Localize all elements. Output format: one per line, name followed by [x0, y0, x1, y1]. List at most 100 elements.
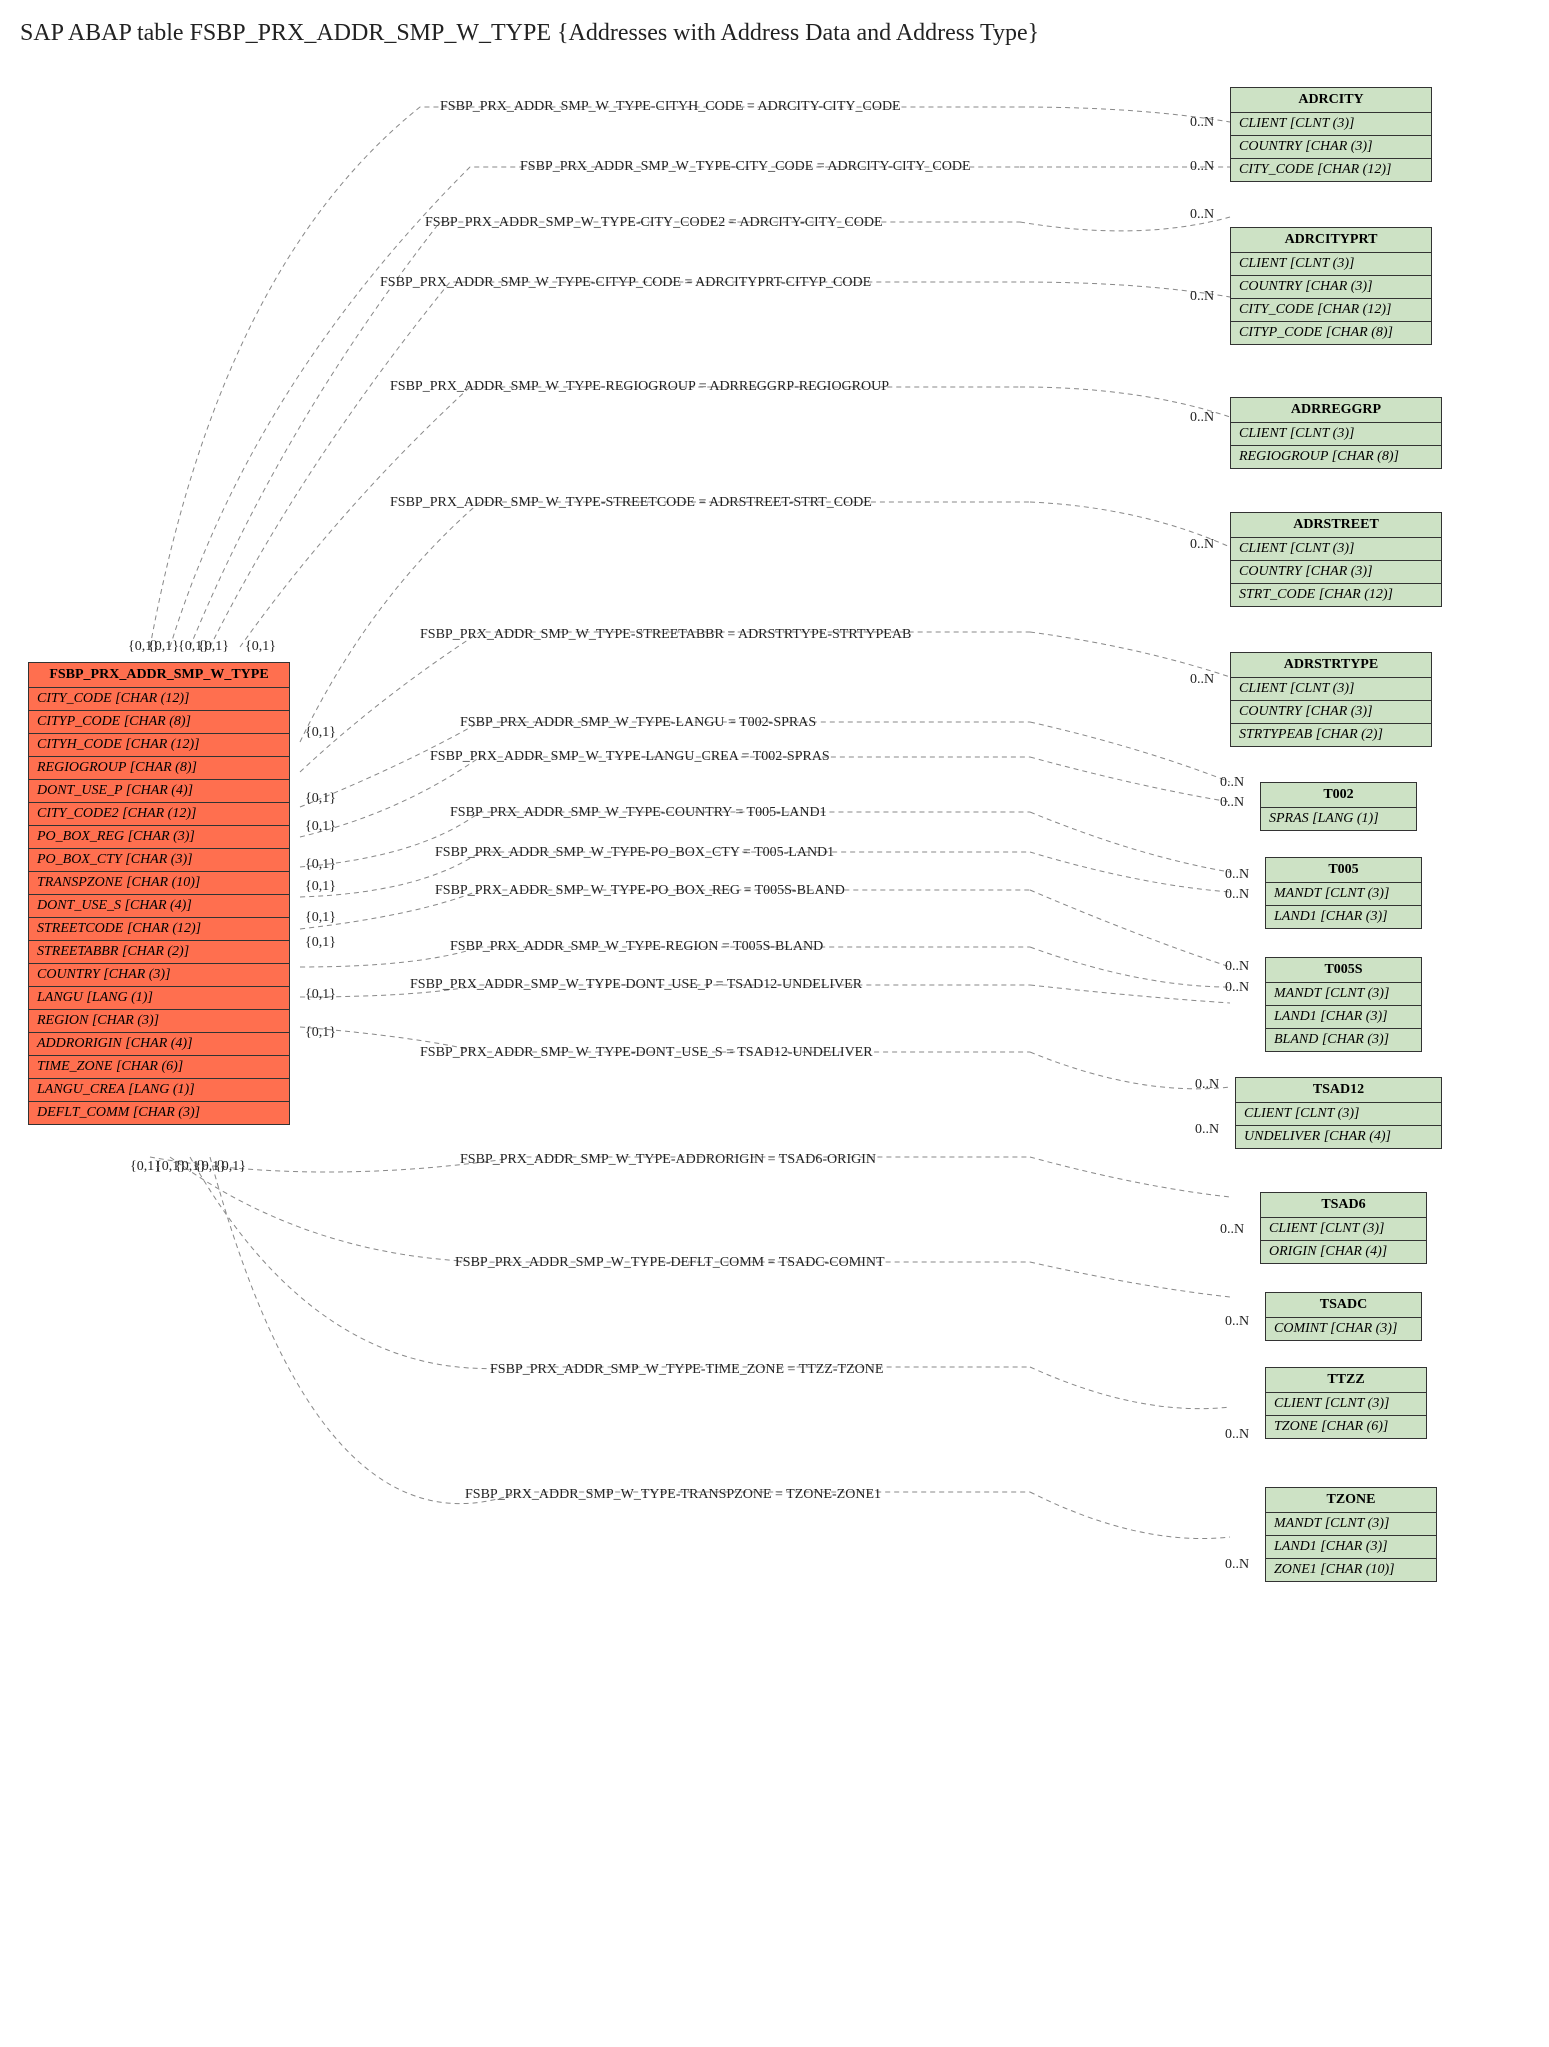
ref-entity-field: STRT_CODE [CHAR (12)]: [1231, 584, 1441, 606]
main-entity-field: LANGU [LANG (1)]: [29, 987, 289, 1010]
ref-entity-adrstrtype: ADRSTRTYPE CLIENT [CLNT (3)] COUNTRY [CH…: [1230, 652, 1432, 747]
cardinality-n-label: 0..N: [1220, 775, 1244, 791]
ref-entity-field: COMINT [CHAR (3)]: [1266, 1318, 1421, 1340]
er-diagram: FSBP_PRX_ADDR_SMP_W_TYPE CITY_CODE [CHAR…: [20, 67, 1529, 2027]
main-entity: FSBP_PRX_ADDR_SMP_W_TYPE CITY_CODE [CHAR…: [28, 662, 290, 1125]
relation-label: FSBP_PRX_ADDR_SMP_W_TYPE-PO_BOX_CTY = T0…: [435, 845, 834, 861]
ref-entity-field: CITYP_CODE [CHAR (8)]: [1231, 322, 1431, 344]
ref-entity-header: TZONE: [1266, 1488, 1436, 1513]
cardinality-label: {0,1}: [198, 639, 229, 655]
relation-label: FSBP_PRX_ADDR_SMP_W_TYPE-CITYH_CODE = AD…: [440, 99, 901, 115]
relation-label: FSBP_PRX_ADDR_SMP_W_TYPE-PO_BOX_REG = T0…: [435, 883, 845, 899]
cardinality-label: {0,1}: [305, 725, 336, 741]
ref-entity-field: MANDT [CLNT (3)]: [1266, 1513, 1436, 1536]
main-entity-field: LANGU_CREA [LANG (1)]: [29, 1079, 289, 1102]
relation-label: FSBP_PRX_ADDR_SMP_W_TYPE-CITY_CODE2 = AD…: [425, 215, 883, 231]
ref-entity-ttzz: TTZZ CLIENT [CLNT (3)] TZONE [CHAR (6)]: [1265, 1367, 1427, 1439]
ref-entity-field: COUNTRY [CHAR (3)]: [1231, 136, 1431, 159]
cardinality-n-label: 0..N: [1190, 410, 1214, 426]
ref-entity-t005s: T005S MANDT [CLNT (3)] LAND1 [CHAR (3)] …: [1265, 957, 1422, 1052]
ref-entity-field: STRTYPEAB [CHAR (2)]: [1231, 724, 1431, 746]
ref-entity-field: CLIENT [CLNT (3)]: [1231, 538, 1441, 561]
cardinality-label: {0,1}: [148, 639, 179, 655]
relation-label: FSBP_PRX_ADDR_SMP_W_TYPE-DONT_USE_P = TS…: [410, 977, 862, 993]
main-entity-field: COUNTRY [CHAR (3)]: [29, 964, 289, 987]
cardinality-n-label: 0..N: [1225, 867, 1249, 883]
cardinality-n-label: 0..N: [1225, 1427, 1249, 1443]
cardinality-label: {0,1}: [305, 910, 336, 926]
main-entity-field: REGIOGROUP [CHAR (8)]: [29, 757, 289, 780]
ref-entity-adrreggrp: ADRREGGRP CLIENT [CLNT (3)] REGIOGROUP […: [1230, 397, 1442, 469]
ref-entity-field: CLIENT [CLNT (3)]: [1236, 1103, 1441, 1126]
main-entity-field: PO_BOX_CTY [CHAR (3)]: [29, 849, 289, 872]
ref-entity-header: T005S: [1266, 958, 1421, 983]
ref-entity-field: BLAND [CHAR (3)]: [1266, 1029, 1421, 1051]
cardinality-label: {0,1}: [305, 857, 336, 873]
relation-label: FSBP_PRX_ADDR_SMP_W_TYPE-LANGU_CREA = T0…: [430, 749, 830, 765]
ref-entity-field: CLIENT [CLNT (3)]: [1261, 1218, 1426, 1241]
cardinality-label: {0,1}: [305, 819, 336, 835]
main-entity-field: PO_BOX_REG [CHAR (3)]: [29, 826, 289, 849]
ref-entity-field: REGIOGROUP [CHAR (8)]: [1231, 446, 1441, 468]
cardinality-n-label: 0..N: [1195, 1077, 1219, 1093]
ref-entity-field: COUNTRY [CHAR (3)]: [1231, 561, 1441, 584]
ref-entity-field: UNDELIVER [CHAR (4)]: [1236, 1126, 1441, 1148]
cardinality-n-label: 0..N: [1190, 115, 1214, 131]
ref-entity-field: CLIENT [CLNT (3)]: [1231, 678, 1431, 701]
ref-entity-field: SPRAS [LANG (1)]: [1261, 808, 1416, 830]
ref-entity-field: COUNTRY [CHAR (3)]: [1231, 276, 1431, 299]
main-entity-field: DEFLT_COMM [CHAR (3)]: [29, 1102, 289, 1124]
ref-entity-field: CLIENT [CLNT (3)]: [1266, 1393, 1426, 1416]
ref-entity-header: TTZZ: [1266, 1368, 1426, 1393]
relation-label: FSBP_PRX_ADDR_SMP_W_TYPE-COUNTRY = T005-…: [450, 805, 827, 821]
cardinality-n-label: 0..N: [1225, 887, 1249, 903]
cardinality-n-label: 0..N: [1190, 672, 1214, 688]
ref-entity-tsadc: TSADC COMINT [CHAR (3)]: [1265, 1292, 1422, 1341]
ref-entity-t002: T002 SPRAS [LANG (1)]: [1260, 782, 1417, 831]
cardinality-n-label: 0..N: [1220, 795, 1244, 811]
ref-entity-header: T005: [1266, 858, 1421, 883]
main-entity-field: CITYP_CODE [CHAR (8)]: [29, 711, 289, 734]
ref-entity-header: T002: [1261, 783, 1416, 808]
relation-label: FSBP_PRX_ADDR_SMP_W_TYPE-TRANSPZONE = TZ…: [465, 1487, 881, 1503]
relation-label: FSBP_PRX_ADDR_SMP_W_TYPE-CITYP_CODE = AD…: [380, 275, 871, 291]
main-entity-field: DONT_USE_S [CHAR (4)]: [29, 895, 289, 918]
relation-label: FSBP_PRX_ADDR_SMP_W_TYPE-DONT_USE_S = TS…: [420, 1045, 873, 1061]
relation-label: FSBP_PRX_ADDR_SMP_W_TYPE-STREETCODE = AD…: [390, 495, 872, 511]
ref-entity-field: CLIENT [CLNT (3)]: [1231, 253, 1431, 276]
cardinality-n-label: 0..N: [1225, 959, 1249, 975]
main-entity-field: TRANSPZONE [CHAR (10)]: [29, 872, 289, 895]
relation-label: FSBP_PRX_ADDR_SMP_W_TYPE-STREETABBR = AD…: [420, 627, 911, 643]
ref-entity-field: ZONE1 [CHAR (10)]: [1266, 1559, 1436, 1581]
ref-entity-header: TSAD12: [1236, 1078, 1441, 1103]
ref-entity-field: LAND1 [CHAR (3)]: [1266, 906, 1421, 928]
cardinality-n-label: 0..N: [1190, 537, 1214, 553]
cardinality-label: {0,1}: [305, 935, 336, 951]
cardinality-n-label: 0..N: [1220, 1222, 1244, 1238]
ref-entity-field: CLIENT [CLNT (3)]: [1231, 423, 1441, 446]
ref-entity-field: ORIGIN [CHAR (4)]: [1261, 1241, 1426, 1263]
ref-entity-field: MANDT [CLNT (3)]: [1266, 883, 1421, 906]
ref-entity-tsad12: TSAD12 CLIENT [CLNT (3)] UNDELIVER [CHAR…: [1235, 1077, 1442, 1149]
ref-entity-field: COUNTRY [CHAR (3)]: [1231, 701, 1431, 724]
ref-entity-header: ADRSTRTYPE: [1231, 653, 1431, 678]
relation-label: FSBP_PRX_ADDR_SMP_W_TYPE-REGION = T005S-…: [450, 939, 823, 955]
relation-label: FSBP_PRX_ADDR_SMP_W_TYPE-LANGU = T002-SP…: [460, 715, 816, 731]
cardinality-label: {0,1}: [215, 1159, 246, 1175]
ref-entity-field: CITY_CODE [CHAR (12)]: [1231, 159, 1431, 181]
ref-entity-adrcityprt: ADRCITYPRT CLIENT [CLNT (3)] COUNTRY [CH…: [1230, 227, 1432, 345]
ref-entity-field: TZONE [CHAR (6)]: [1266, 1416, 1426, 1438]
main-entity-field: CITY_CODE2 [CHAR (12)]: [29, 803, 289, 826]
ref-entity-field: LAND1 [CHAR (3)]: [1266, 1536, 1436, 1559]
main-entity-field: TIME_ZONE [CHAR (6)]: [29, 1056, 289, 1079]
cardinality-n-label: 0..N: [1190, 159, 1214, 175]
main-entity-field: DONT_USE_P [CHAR (4)]: [29, 780, 289, 803]
main-entity-header: FSBP_PRX_ADDR_SMP_W_TYPE: [29, 663, 289, 688]
ref-entity-adrstreet: ADRSTREET CLIENT [CLNT (3)] COUNTRY [CHA…: [1230, 512, 1442, 607]
ref-entity-header: TSAD6: [1261, 1193, 1426, 1218]
cardinality-label: {0,1}: [305, 791, 336, 807]
cardinality-n-label: 0..N: [1225, 1557, 1249, 1573]
cardinality-n-label: 0..N: [1225, 1314, 1249, 1330]
cardinality-n-label: 0..N: [1190, 207, 1214, 223]
page-title: SAP ABAP table FSBP_PRX_ADDR_SMP_W_TYPE …: [20, 20, 1529, 47]
